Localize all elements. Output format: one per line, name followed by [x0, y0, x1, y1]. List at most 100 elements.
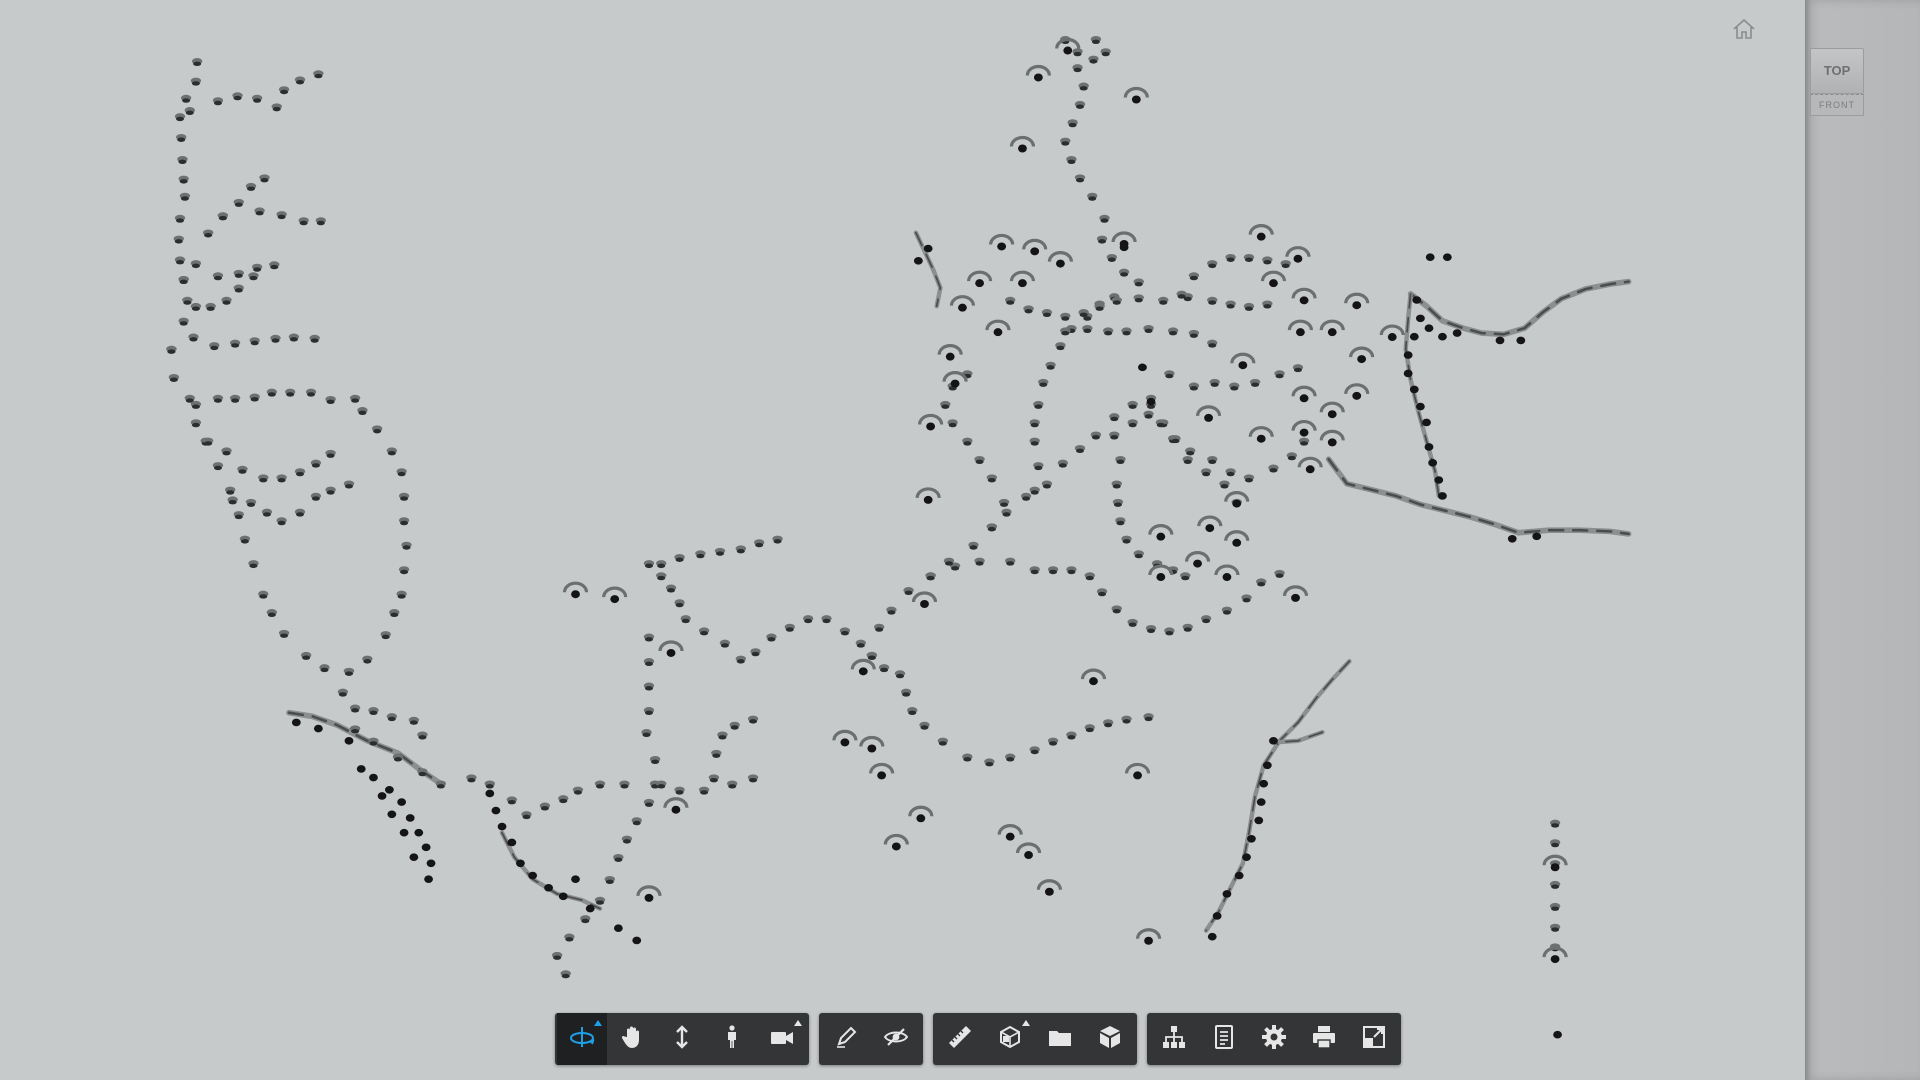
valve-fixture[interactable]	[671, 805, 681, 814]
fitting-node[interactable]	[1186, 451, 1195, 456]
valve-fixture[interactable]	[1232, 499, 1242, 508]
model-button[interactable]	[1085, 1013, 1135, 1065]
pipe-joint[interactable]	[613, 924, 623, 932]
pipe-joint[interactable]	[1425, 253, 1435, 261]
fitting-node[interactable]	[987, 477, 996, 483]
fitting-node[interactable]	[204, 233, 213, 238]
fitting-node[interactable]	[210, 345, 219, 351]
fitting-node[interactable]	[736, 548, 745, 554]
fitting-node[interactable]	[1263, 304, 1272, 309]
fitting-node[interactable]	[402, 545, 411, 550]
flyout-indicator-icon[interactable]	[594, 1020, 602, 1026]
pan-button[interactable]	[607, 1013, 657, 1065]
fitting-node[interactable]	[785, 627, 794, 632]
fitting-node[interactable]	[887, 610, 896, 615]
fitting-node[interactable]	[1269, 468, 1278, 473]
pipe-joint[interactable]	[1412, 296, 1422, 304]
fitting-node[interactable]	[326, 453, 335, 458]
fitting-node[interactable]	[975, 561, 984, 566]
zoom-button[interactable]	[657, 1013, 707, 1065]
fitting-node[interactable]	[267, 612, 276, 618]
fitting-node[interactable]	[387, 451, 396, 456]
fitting-node[interactable]	[1113, 502, 1122, 507]
first-person-button[interactable]	[707, 1013, 757, 1065]
fitting-node[interactable]	[1042, 484, 1051, 489]
fitting-node[interactable]	[1039, 382, 1048, 387]
fitting-node[interactable]	[326, 490, 335, 495]
pipe-joint[interactable]	[1254, 816, 1264, 825]
fitting-node[interactable]	[896, 673, 904, 679]
fitting-node[interactable]	[393, 757, 402, 762]
fitting-node[interactable]	[270, 264, 279, 270]
fitting-node[interactable]	[1049, 741, 1058, 746]
fitting-node[interactable]	[1073, 51, 1082, 57]
pipe-joint[interactable]	[1403, 369, 1413, 378]
fitting-node[interactable]	[286, 392, 295, 397]
fitting-node[interactable]	[1067, 569, 1076, 575]
valve-fixture[interactable]	[945, 352, 955, 361]
fitting-node[interactable]	[1281, 263, 1290, 269]
fitting-node[interactable]	[1076, 177, 1084, 183]
pipe-joint[interactable]	[558, 892, 568, 901]
fitting-node[interactable]	[400, 569, 409, 575]
fitting-node[interactable]	[1079, 86, 1088, 91]
fitting-node[interactable]	[1098, 591, 1107, 597]
fitting-node[interactable]	[1068, 122, 1077, 128]
fitting-node[interactable]	[920, 725, 929, 730]
fitting-node[interactable]	[277, 477, 286, 483]
fitting-node[interactable]	[553, 955, 562, 960]
valve-fixture[interactable]	[891, 842, 901, 851]
fitting-node[interactable]	[1222, 610, 1231, 615]
fitting-node[interactable]	[289, 337, 298, 342]
pipe-joint[interactable]	[507, 838, 517, 847]
valve-fixture[interactable]	[1156, 573, 1166, 582]
valve-fixture[interactable]	[1222, 573, 1232, 582]
valve-fixture[interactable]	[1299, 428, 1309, 437]
fitting-node[interactable]	[1134, 282, 1143, 287]
fitting-node[interactable]	[167, 349, 176, 354]
fitting-node[interactable]	[642, 732, 651, 738]
fitting-node[interactable]	[963, 757, 972, 762]
valve-fixture[interactable]	[920, 600, 929, 608]
fitting-node[interactable]	[307, 392, 316, 397]
fitting-node[interactable]	[222, 451, 231, 456]
pipe-joint[interactable]	[1256, 798, 1266, 806]
pipe-joint[interactable]	[632, 936, 642, 945]
settings-button[interactable]	[1249, 1013, 1299, 1065]
fitting-node[interactable]	[296, 79, 304, 85]
fitting-node[interactable]	[189, 337, 198, 342]
flyout-indicator-icon[interactable]	[1022, 1020, 1030, 1026]
fitting-node[interactable]	[1085, 727, 1094, 733]
fitting-node[interactable]	[1034, 404, 1043, 409]
fitting-node[interactable]	[712, 753, 721, 758]
fitting-node[interactable]	[867, 655, 876, 660]
pipe-joint[interactable]	[585, 904, 595, 913]
valve-fixture[interactable]	[1056, 259, 1065, 268]
pipe-joint[interactable]	[1424, 443, 1434, 451]
fitting-node[interactable]	[1076, 448, 1084, 453]
fitting-node[interactable]	[179, 321, 188, 326]
fitting-node[interactable]	[1287, 455, 1296, 461]
fitting-node[interactable]	[1177, 294, 1186, 299]
model-browser-button[interactable]	[1149, 1013, 1199, 1065]
fitting-node[interactable]	[222, 300, 231, 305]
fitting-node[interactable]	[1116, 520, 1125, 526]
fitting-node[interactable]	[767, 637, 776, 642]
valve-fixture[interactable]	[1044, 887, 1054, 896]
fitting-node[interactable]	[1551, 884, 1560, 889]
fitting-node[interactable]	[178, 159, 187, 164]
fitting-node[interactable]	[253, 267, 262, 272]
valve-fixture[interactable]	[1387, 333, 1397, 342]
fitting-node[interactable]	[234, 202, 243, 207]
valve-fixture[interactable]	[1352, 391, 1362, 400]
valve-fixture[interactable]	[1018, 279, 1027, 288]
pipe-joint[interactable]	[1138, 363, 1147, 372]
valve-fixture[interactable]	[867, 744, 877, 753]
pipe-joint[interactable]	[1242, 853, 1251, 861]
fitting-node[interactable]	[1128, 422, 1137, 428]
valve-fixture[interactable]	[1327, 438, 1337, 447]
fitting-node[interactable]	[1208, 300, 1217, 305]
pipe-joint[interactable]	[405, 814, 415, 822]
pipe-joint[interactable]	[1207, 932, 1217, 941]
fitting-node[interactable]	[709, 777, 718, 783]
